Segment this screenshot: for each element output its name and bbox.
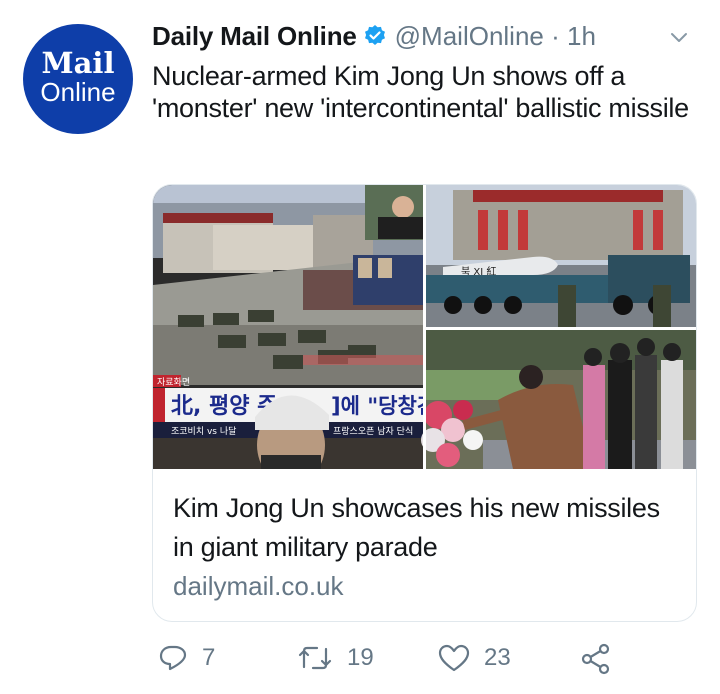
link-card[interactable]: 자료화면 北, 평양 주 ]에 "당창건 조코비치 vs 나달 프랑스오픈 남자… bbox=[152, 184, 697, 622]
avatar-sub: Online bbox=[40, 77, 116, 107]
tweet-text: Nuclear-armed Kim Jong Un shows off a 'm… bbox=[152, 61, 689, 123]
tweet-header: Daily Mail Online @MailOnline · 1h bbox=[152, 18, 700, 54]
card-title: Kim Jong Un showcases his new missiles i… bbox=[173, 493, 660, 562]
reply-button[interactable]: 7 bbox=[158, 643, 215, 673]
reply-count: 7 bbox=[202, 644, 216, 671]
verified-icon bbox=[364, 25, 385, 45]
avatar-brand: Mail bbox=[41, 46, 115, 80]
author-name[interactable]: Daily Mail Online bbox=[152, 21, 357, 52]
chevron-down-icon[interactable] bbox=[668, 26, 690, 48]
reply-icon bbox=[159, 645, 187, 671]
retweet-count: 19 bbox=[347, 644, 374, 671]
heart-icon bbox=[438, 644, 470, 672]
tv-ticker: 조코비치 vs 나달 bbox=[171, 425, 236, 437]
retweet-button[interactable]: 19 bbox=[297, 643, 374, 673]
avatar[interactable]: Mail Online bbox=[23, 24, 133, 134]
card-domain: dailymail.co.uk bbox=[173, 571, 344, 601]
card-image: 자료화면 北, 평양 주 ]에 "당창건 조코비치 vs 나달 프랑스오픈 남자… bbox=[153, 185, 696, 469]
like-button[interactable]: 23 bbox=[438, 643, 511, 673]
tweet-actions: 7 19 23 bbox=[152, 643, 672, 683]
retweet-icon bbox=[298, 646, 332, 670]
author-handle-time[interactable]: @MailOnline · 1h bbox=[395, 21, 596, 52]
tv-caption-top: 자료화면 bbox=[157, 377, 190, 388]
tv-caption-right: ]에 "당창건 bbox=[331, 394, 436, 418]
tv-ticker-right: 프랑스오픈 남자 단식 bbox=[333, 425, 413, 437]
share-icon bbox=[581, 643, 610, 675]
share-button[interactable] bbox=[580, 643, 626, 675]
like-count: 23 bbox=[484, 644, 511, 671]
